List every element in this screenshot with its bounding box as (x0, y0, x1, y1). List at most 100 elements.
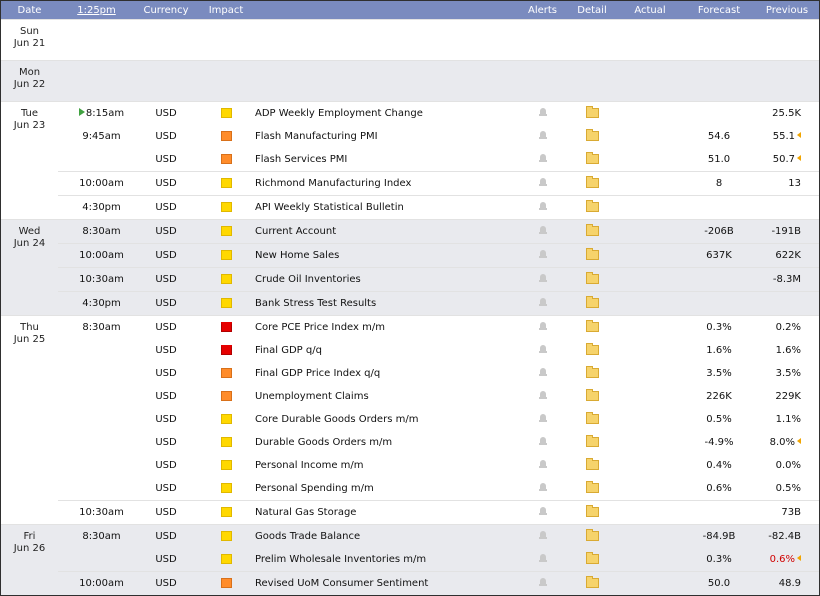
impact-low-icon[interactable] (220, 554, 232, 564)
impact-medium-icon[interactable] (220, 578, 232, 588)
impact-low-icon[interactable] (220, 531, 232, 541)
impact-low-icon[interactable] (220, 437, 232, 447)
bell-icon[interactable] (538, 344, 547, 354)
bell-icon[interactable] (538, 413, 547, 423)
folder-icon[interactable] (585, 389, 599, 401)
event-row[interactable]: USD Personal Spending m/m 0.6% 0.5% (1, 477, 819, 501)
revision-icon[interactable] (797, 438, 801, 444)
impact-low-icon[interactable] (220, 178, 232, 188)
folder-icon[interactable] (585, 296, 599, 308)
event-title[interactable]: New Home Sales (255, 243, 518, 268)
event-title[interactable]: Bank Stress Test Results (255, 291, 518, 316)
bell-icon[interactable] (538, 130, 547, 140)
event-row[interactable]: Tue Jun 23 8:15am USD ADP Weekly Employment… (1, 101, 819, 220)
event-title[interactable]: Core PCE Price Index m/m (255, 315, 518, 339)
event-row[interactable]: 10:00am USD Richmond Manufacturing Index 8 1… (1, 171, 819, 196)
impact-high-icon[interactable] (220, 345, 232, 355)
bell-icon[interactable] (538, 273, 547, 283)
event-title[interactable]: API Weekly Statistical Bulletin (255, 195, 518, 220)
event-title[interactable]: Natural Gas Storage (255, 500, 518, 525)
event-title[interactable]: Goods Trade Balance (255, 524, 518, 548)
event-title[interactable]: Revised UoM Consumer Sentiment (255, 571, 518, 595)
bell-icon[interactable] (538, 321, 547, 331)
bell-icon[interactable] (538, 107, 547, 117)
event-row[interactable]: 4:30pm USD Bank Stress Test Results (1, 291, 819, 316)
event-row[interactable]: USD Final GDP Price Index q/q 3.5% 3.5% (1, 362, 819, 385)
event-title[interactable]: ADP Weekly Employment Change (255, 101, 518, 125)
event-row[interactable]: USD Core Durable Goods Orders m/m 0.5% 1.1% (1, 408, 819, 431)
folder-icon[interactable] (585, 224, 599, 236)
folder-icon[interactable] (585, 366, 599, 378)
impact-medium-icon[interactable] (220, 391, 232, 401)
impact-low-icon[interactable] (220, 274, 232, 284)
bell-icon[interactable] (538, 249, 547, 259)
event-title[interactable]: Unemployment Claims (255, 385, 518, 408)
event-title[interactable]: Final GDP q/q (255, 339, 518, 362)
bell-icon[interactable] (538, 390, 547, 400)
impact-low-icon[interactable] (220, 298, 232, 308)
event-row[interactable]: USD Personal Income m/m 0.4% 0.0% (1, 454, 819, 477)
impact-medium-icon[interactable] (220, 131, 232, 141)
bell-icon[interactable] (538, 225, 547, 235)
event-title[interactable]: Flash Services PMI (255, 148, 518, 172)
event-title[interactable]: Flash Manufacturing PMI (255, 125, 518, 148)
event-title[interactable]: Richmond Manufacturing Index (255, 171, 518, 196)
folder-icon[interactable] (585, 552, 599, 564)
folder-icon[interactable] (585, 458, 599, 470)
impact-low-icon[interactable] (220, 414, 232, 424)
event-row[interactable]: 10:00am USD New Home Sales 637K 622K (1, 243, 819, 268)
folder-icon[interactable] (585, 529, 599, 541)
revision-icon[interactable] (797, 155, 801, 161)
revision-icon[interactable] (797, 555, 801, 561)
event-row[interactable]: USD Durable Goods Orders m/m -4.9% 8.0% (1, 431, 819, 454)
impact-low-icon[interactable] (220, 202, 232, 212)
folder-icon[interactable] (585, 481, 599, 493)
impact-low-icon[interactable] (220, 460, 232, 470)
event-title[interactable]: Final GDP Price Index q/q (255, 362, 518, 385)
event-row[interactable]: USD Unemployment Claims 226K 229K (1, 385, 819, 408)
event-title[interactable]: Prelim Wholesale Inventories m/m (255, 548, 518, 572)
event-row[interactable]: Wed Jun 24 8:30am USD Current Account -206B -… (1, 219, 819, 316)
folder-icon[interactable] (585, 272, 599, 284)
folder-icon[interactable] (585, 576, 599, 588)
impact-low-icon[interactable] (220, 250, 232, 260)
revision-icon[interactable] (797, 132, 801, 138)
event-row[interactable]: 10:00am USD Revised UoM Consumer Sentiment… (1, 571, 819, 595)
event-title[interactable]: Core Durable Goods Orders m/m (255, 408, 518, 431)
folder-icon[interactable] (585, 106, 599, 118)
folder-icon[interactable] (585, 505, 599, 517)
event-row[interactable]: USD Prelim Wholesale Inventories m/m 0.3% 0… (1, 548, 819, 572)
folder-icon[interactable] (585, 412, 599, 424)
event-row[interactable]: Fri Jun 26 8:30am USD Goods Trade Balance -8… (1, 524, 819, 595)
impact-low-icon[interactable] (220, 507, 232, 517)
bell-icon[interactable] (538, 577, 547, 587)
impact-low-icon[interactable] (220, 483, 232, 493)
bell-icon[interactable] (538, 153, 547, 163)
impact-high-icon[interactable] (220, 322, 232, 332)
event-row[interactable]: 10:30am USD Natural Gas Storage 73B (1, 500, 819, 525)
bell-icon[interactable] (538, 482, 547, 492)
bell-icon[interactable] (538, 201, 547, 211)
event-row[interactable]: Thu Jun 25 8:30am USD Core PCE Price Index … (1, 315, 819, 525)
bell-icon[interactable] (538, 530, 547, 540)
bell-icon[interactable] (538, 297, 547, 307)
folder-icon[interactable] (585, 152, 599, 164)
impact-low-icon[interactable] (220, 108, 232, 118)
event-title[interactable]: Durable Goods Orders m/m (255, 431, 518, 454)
event-row[interactable]: 4:30pm USD API Weekly Statistical Bulletin (1, 195, 819, 220)
event-row[interactable]: 9:45am USD Flash Manufacturing PMI 54.6 55.1 (1, 125, 819, 148)
event-row[interactable]: USD Final GDP q/q 1.6% 1.6% (1, 339, 819, 362)
bell-icon[interactable] (538, 177, 547, 187)
bell-icon[interactable] (538, 367, 547, 377)
event-row[interactable]: 10:30am USD Crude Oil Inventories -8.3M (1, 267, 819, 292)
folder-icon[interactable] (585, 176, 599, 188)
bell-icon[interactable] (538, 436, 547, 446)
impact-medium-icon[interactable] (220, 368, 232, 378)
event-title[interactable]: Current Account (255, 219, 518, 244)
event-title[interactable]: Crude Oil Inventories (255, 267, 518, 292)
event-title[interactable]: Personal Income m/m (255, 454, 518, 477)
bell-icon[interactable] (538, 459, 547, 469)
folder-icon[interactable] (585, 129, 599, 141)
impact-medium-icon[interactable] (220, 154, 232, 164)
event-title[interactable]: Personal Spending m/m (255, 477, 518, 501)
